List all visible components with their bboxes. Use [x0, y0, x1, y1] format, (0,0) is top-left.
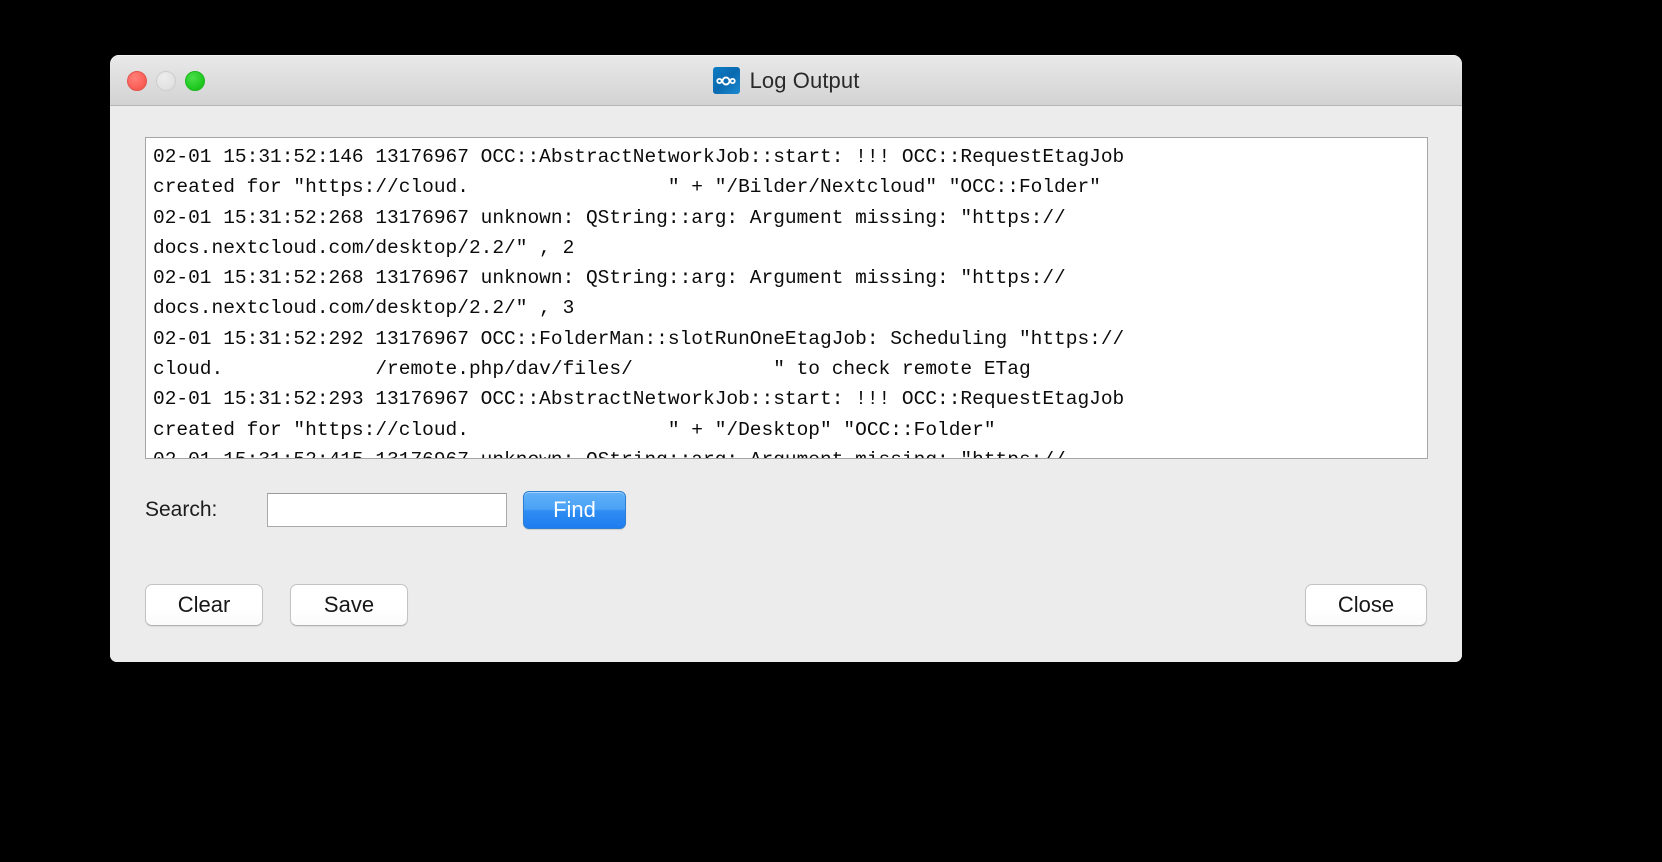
- log-output-textarea[interactable]: 02-01 15:31:52:146 13176967 OCC::Abstrac…: [145, 137, 1428, 459]
- log-line: created for "https://cloud. " + "/Bilder…: [153, 176, 1101, 199]
- save-button[interactable]: Save: [290, 584, 408, 626]
- log-line: 02-01 15:31:52:293 13176967 OCC::Abstrac…: [153, 388, 1125, 411]
- log-line: 02-01 15:31:52:268 13176967 unknown: QSt…: [153, 267, 1066, 290]
- search-input[interactable]: [267, 493, 507, 527]
- close-button[interactable]: Close: [1305, 584, 1427, 626]
- log-line: 02-01 15:31:52:146 13176967 OCC::Abstrac…: [153, 146, 1125, 168]
- clear-button[interactable]: Clear: [145, 584, 263, 626]
- log-line: cloud. /remote.php/dav/files/ " to check…: [153, 358, 1031, 381]
- window-title: Log Output: [749, 67, 860, 93]
- log-line: created for "https://cloud. " + "/Deskto…: [153, 418, 996, 441]
- action-button-row: Clear Save Close: [145, 584, 1427, 626]
- log-line: docs.nextcloud.com/desktop/2.2/" , 3: [153, 297, 575, 320]
- search-row: Search: Find: [145, 491, 626, 529]
- search-label: Search:: [145, 498, 218, 521]
- minimize-window-button[interactable]: [156, 70, 176, 91]
- window-body: 02-01 15:31:52:146 13176967 OCC::Abstrac…: [110, 106, 1462, 662]
- window-titlebar[interactable]: Log Output: [110, 55, 1462, 106]
- nextcloud-logo-icon: [712, 67, 740, 94]
- log-line: 02-01 15:31:52:268 13176967 unknown: QSt…: [153, 206, 1066, 229]
- close-window-button[interactable]: [127, 70, 147, 91]
- traffic-light-group: [127, 56, 205, 105]
- log-line: 02-01 15:31:52:415 13176967 unknown: QSt…: [153, 445, 1421, 458]
- log-line: docs.nextcloud.com/desktop/2.2/" , 2: [153, 236, 575, 259]
- find-button[interactable]: Find: [523, 491, 626, 529]
- log-output-window: Log Output 02-01 15:31:52:146 13176967 O…: [110, 55, 1462, 662]
- window-title-group: Log Output: [110, 56, 1462, 105]
- log-line: 02-01 15:31:52:292 13176967 OCC::FolderM…: [153, 327, 1125, 350]
- zoom-window-button[interactable]: [185, 70, 205, 91]
